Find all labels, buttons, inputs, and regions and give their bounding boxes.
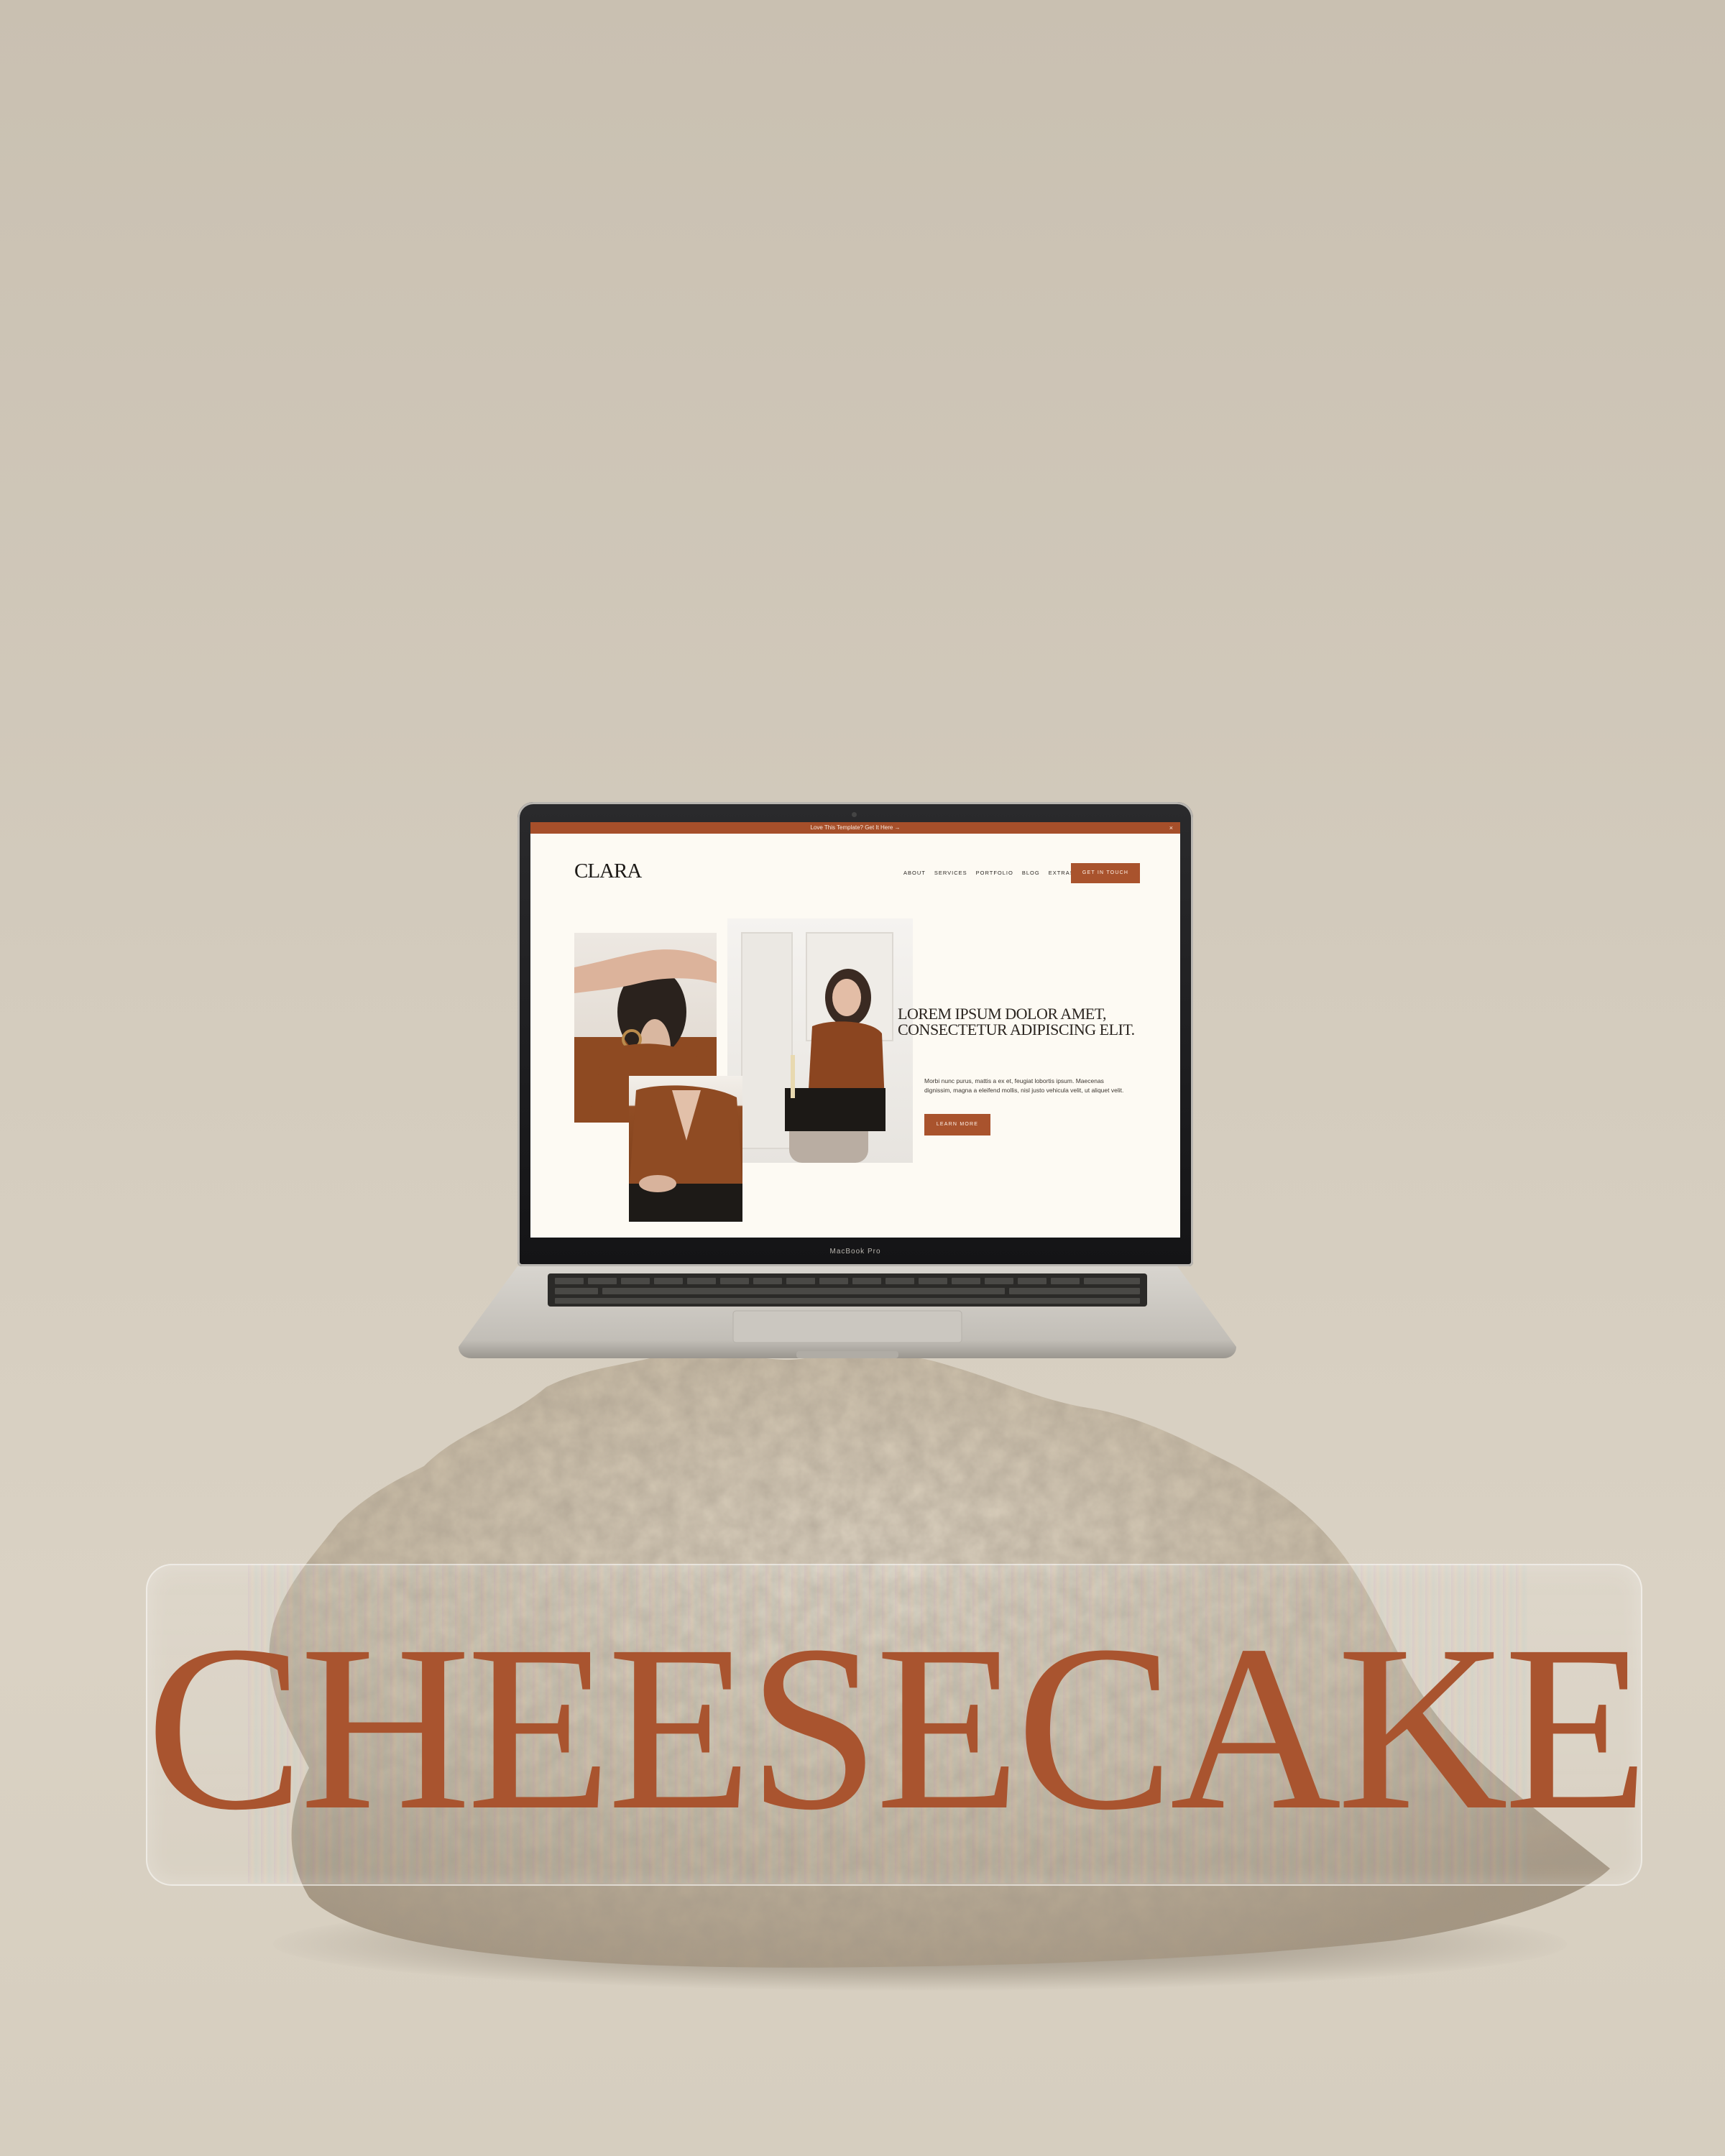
hero-photo-brown-jacket	[629, 1076, 742, 1222]
hero-title: LOREM IPSUM DOLOR AMET, CONSECTETUR ADIP…	[898, 1005, 1135, 1038]
laptop-lid: Love This Template? Get It Here → × CLAR…	[518, 802, 1193, 1266]
nav-item-about[interactable]: ABOUT	[903, 870, 926, 876]
nav-item-blog[interactable]: BLOG	[1022, 870, 1040, 876]
laptop-screen: Love This Template? Get It Here → × CLAR…	[530, 822, 1180, 1238]
get-in-touch-button[interactable]: GET IN TOUCH	[1071, 863, 1140, 883]
nav-item-portfolio[interactable]: PORTFOLIO	[976, 870, 1013, 876]
laptop-keyboard-base	[459, 1266, 1236, 1358]
site-logo[interactable]: CLARA	[574, 860, 642, 883]
close-icon[interactable]: ×	[1169, 822, 1173, 834]
hero-photo-woman-seated	[727, 918, 913, 1163]
learn-more-button[interactable]: LEARN MORE	[924, 1114, 990, 1135]
camera-icon	[852, 812, 857, 817]
hero-body-text: Morbi nunc purus, mattis a ex et, feugia…	[924, 1077, 1124, 1094]
banner-wordmark: CHEESECAKE	[146, 1597, 1649, 1859]
nav-item-services[interactable]: SERVICES	[934, 870, 967, 876]
announcement-text[interactable]: Love This Template? Get It Here →	[810, 824, 900, 831]
product-mockup-scene: Love This Template? Get It Here → × CLAR…	[0, 0, 1725, 2156]
laptop-model-label: MacBook Pro	[829, 1248, 881, 1256]
site-nav: ABOUT SERVICES PORTFOLIO BLOG EXTRAS	[903, 870, 1075, 876]
announcement-bar[interactable]: Love This Template? Get It Here → ×	[530, 822, 1180, 834]
